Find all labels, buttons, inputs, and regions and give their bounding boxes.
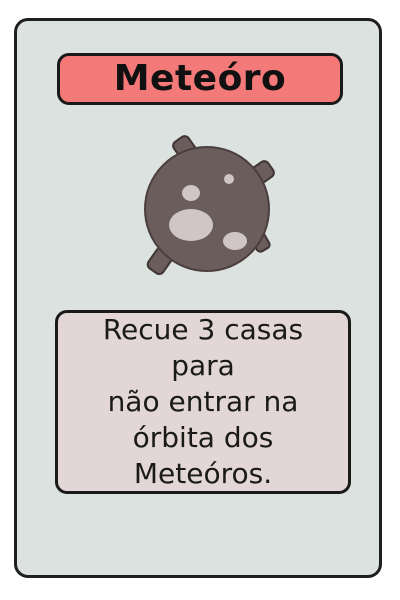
card-description: Recue 3 casas para não entrar na órbita … xyxy=(102,313,304,490)
meteor-icon xyxy=(144,135,275,276)
card-title: Meteóro xyxy=(113,58,287,99)
game-card[interactable]: Meteóro Recue 3 casas para não entrar na… xyxy=(14,18,382,578)
card-description-box: Recue 3 casas para não entrar na órbita … xyxy=(55,310,351,494)
card-title-banner: Meteóro xyxy=(57,53,343,105)
